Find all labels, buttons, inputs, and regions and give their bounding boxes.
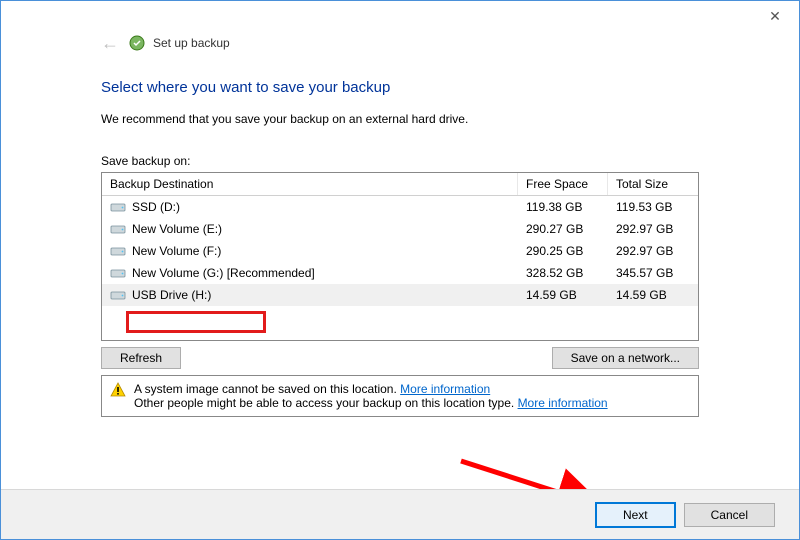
table-row[interactable]: SSD (D:) 119.38 GB119.53 GB [102, 196, 698, 218]
drive-name: New Volume (F:) [132, 244, 221, 258]
table-header: Backup Destination Free Space Total Size [102, 173, 698, 196]
heading: Select where you want to save your backu… [101, 79, 699, 96]
drive-free-cell: 119.38 GB [518, 198, 608, 216]
drive-total-cell: 119.53 GB [608, 198, 698, 216]
table-row[interactable]: New Volume (G:) [Recommended] 328.52 GB34… [102, 262, 698, 284]
table-row[interactable]: New Volume (F:) 290.25 GB292.97 GB [102, 240, 698, 262]
warning-line-1: A system image cannot be saved on this l… [134, 382, 608, 396]
recommend-text: We recommend that you save your backup o… [101, 112, 699, 126]
warning-icon [110, 382, 126, 398]
drive-name: USB Drive (H:) [132, 288, 211, 302]
more-info-link-2[interactable]: More information [518, 396, 608, 410]
drive-name: New Volume (E:) [132, 222, 222, 236]
drive-dest-cell: New Volume (G:) [Recommended] [102, 264, 518, 282]
close-icon[interactable]: ✕ [755, 2, 795, 30]
warning-line-2: Other people might be able to access you… [134, 396, 608, 410]
drive-total-cell: 292.97 GB [608, 220, 698, 238]
drive-dest-cell: New Volume (F:) [102, 242, 518, 260]
drive-name: SSD (D:) [132, 200, 180, 214]
warning-box: A system image cannot be saved on this l… [101, 375, 699, 417]
back-arrow-icon: ← [101, 33, 119, 54]
col-total-header[interactable]: Total Size [608, 173, 698, 195]
drive-name: New Volume (G:) [Recommended] [132, 266, 315, 280]
drive-total-cell: 14.59 GB [608, 286, 698, 304]
cancel-button[interactable]: Cancel [684, 503, 775, 527]
drive-icon [110, 289, 126, 301]
drive-dest-cell: USB Drive (H:) [102, 286, 518, 304]
drive-dest-cell: New Volume (E:) [102, 220, 518, 238]
refresh-button[interactable]: Refresh [101, 347, 181, 369]
drive-total-cell: 345.57 GB [608, 264, 698, 282]
drive-icon [110, 223, 126, 235]
save-on-network-button[interactable]: Save on a network... [552, 347, 699, 369]
drive-icon [110, 267, 126, 279]
drive-dest-cell: SSD (D:) [102, 198, 518, 216]
drive-table: Backup Destination Free Space Total Size… [101, 172, 699, 341]
footer: Next Cancel [1, 489, 799, 539]
more-info-link-1[interactable]: More information [400, 382, 490, 396]
table-row[interactable]: USB Drive (H:) 14.59 GB14.59 GB [102, 284, 698, 306]
next-button[interactable]: Next [595, 502, 676, 528]
page-title: Set up backup [153, 36, 230, 50]
table-row[interactable]: New Volume (E:) 290.27 GB292.97 GB [102, 218, 698, 240]
drive-free-cell: 290.27 GB [518, 220, 608, 238]
drive-total-cell: 292.97 GB [608, 242, 698, 260]
drive-icon [110, 245, 126, 257]
col-free-header[interactable]: Free Space [518, 173, 608, 195]
backup-app-icon [129, 35, 145, 51]
drive-free-cell: 328.52 GB [518, 264, 608, 282]
drive-free-cell: 14.59 GB [518, 286, 608, 304]
drive-icon [110, 201, 126, 213]
list-label: Save backup on: [101, 154, 699, 168]
drive-free-cell: 290.25 GB [518, 242, 608, 260]
col-dest-header[interactable]: Backup Destination [102, 173, 518, 195]
